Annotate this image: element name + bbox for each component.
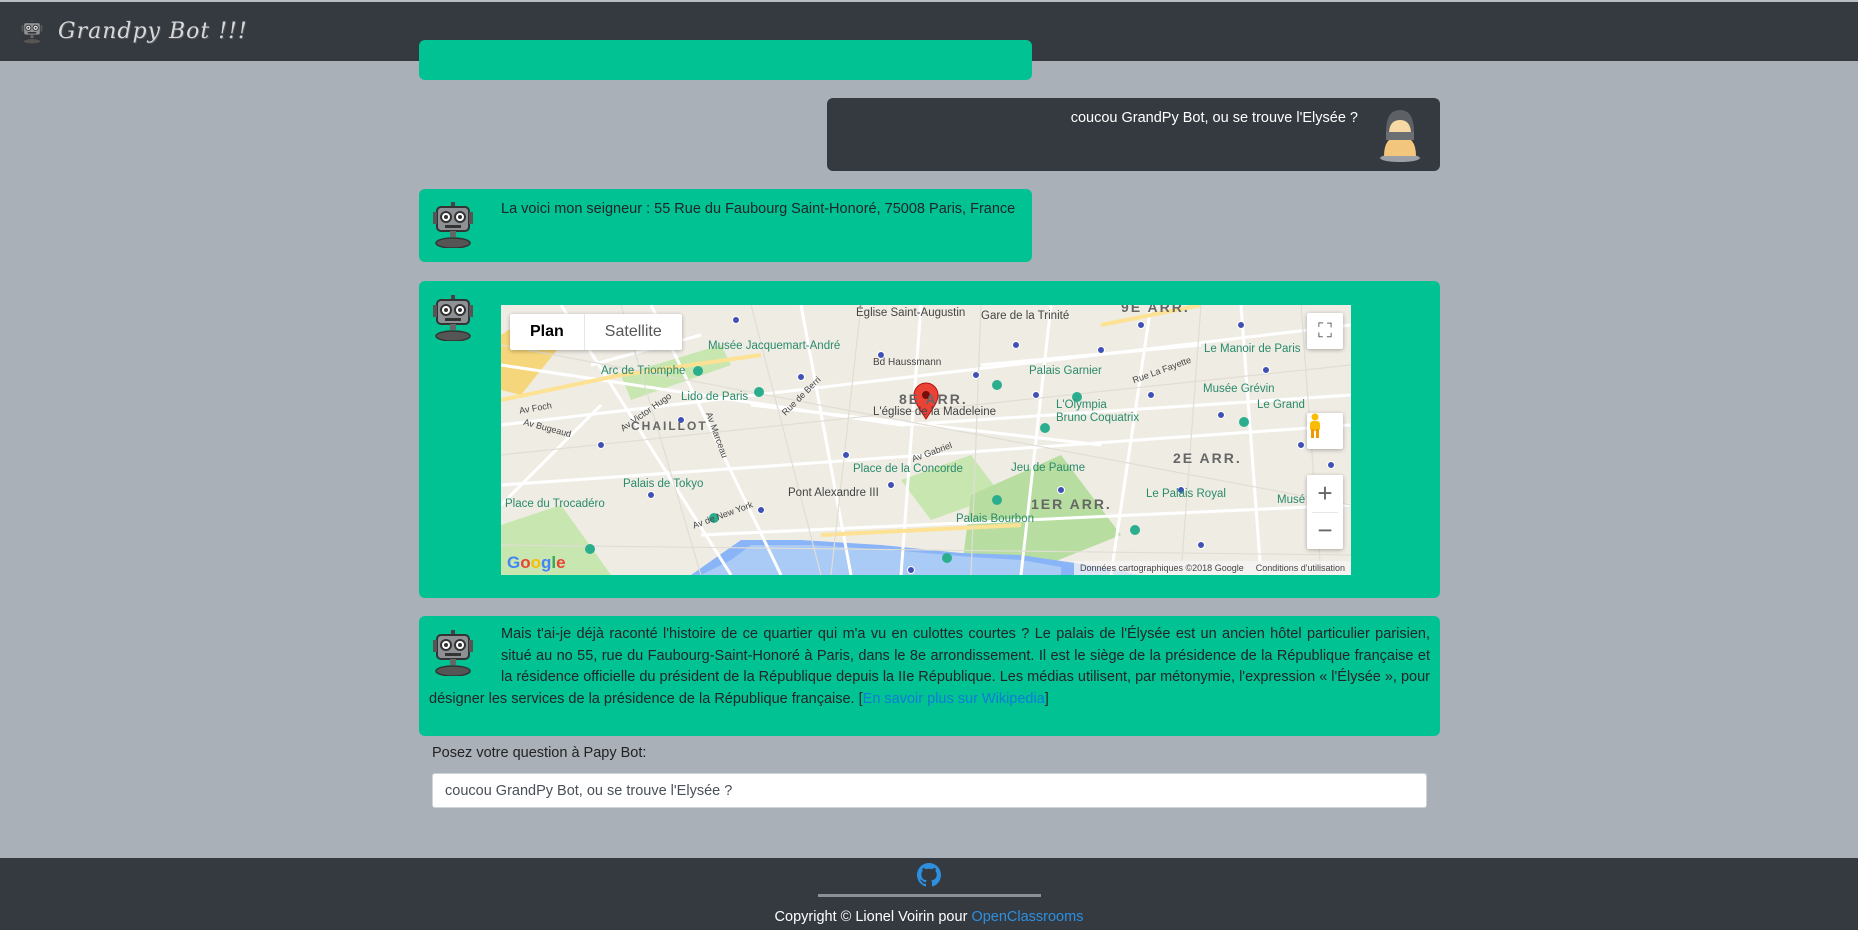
map-label: Arc de Triomphe bbox=[601, 365, 686, 377]
bot-message-address: La voici mon seigneur : 55 Rue du Faubou… bbox=[419, 189, 1032, 262]
pegman-streetview-icon[interactable] bbox=[1307, 413, 1343, 449]
zoom-control: + − bbox=[1307, 475, 1343, 549]
map-label: Musée Grévin bbox=[1203, 383, 1275, 395]
map-label: 1ER ARR. bbox=[1031, 496, 1112, 512]
footer-divider bbox=[818, 894, 1041, 897]
map-label: 8E ARR. bbox=[899, 391, 968, 407]
map-label: CHAILLOT bbox=[631, 419, 708, 433]
pegman-icon bbox=[1310, 413, 1320, 438]
map-label: Place du Trocadéro bbox=[505, 498, 605, 510]
map-label: L'Olympia bbox=[1056, 399, 1107, 411]
bot-message-story: Mais t'ai-je déjà raconté l'histoire de … bbox=[419, 616, 1440, 736]
robot-logo-icon bbox=[20, 20, 44, 44]
zoom-out-button[interactable]: − bbox=[1307, 512, 1343, 549]
robot-avatar-icon bbox=[433, 202, 473, 248]
map-label: Jeu de Paume bbox=[1011, 462, 1086, 474]
bot-address-text: La voici mon seigneur : 55 Rue du Faubou… bbox=[501, 201, 1016, 217]
map-label: Gare de la Trinité bbox=[981, 310, 1070, 322]
map-label: 9E ARR. bbox=[1121, 305, 1190, 315]
robot-avatar-icon bbox=[433, 295, 473, 341]
map-label: Bruno Coquatrix bbox=[1056, 412, 1140, 424]
map-label: Le Grand bbox=[1257, 399, 1305, 411]
bot-story-text: Mais t'ai-je déjà raconté l'histoire de … bbox=[429, 626, 1430, 707]
map-label: L'église de la Madeleine bbox=[873, 406, 997, 418]
user-message: coucou GrandPy Bot, ou se trouve l'Elysé… bbox=[827, 98, 1440, 171]
bot-message-previous bbox=[419, 40, 1032, 80]
map-label: Le Palais Royal bbox=[1146, 488, 1226, 500]
copyright-text: Copyright © Lionel Voirin pour bbox=[774, 909, 972, 925]
fullscreen-button[interactable]: ⛶ bbox=[1307, 313, 1343, 349]
map-label: Palais de Tokyo bbox=[623, 478, 704, 490]
google-map[interactable]: Église Saint-Augustin Gare de la Trinité… bbox=[501, 305, 1351, 575]
map-type-plan-button[interactable]: Plan bbox=[510, 314, 585, 350]
map-label: Le Manoir de Paris bbox=[1204, 343, 1301, 355]
map-label: Palais Bourbon bbox=[956, 513, 1034, 525]
map-label: Lido de Paris bbox=[681, 391, 749, 403]
question-input[interactable] bbox=[432, 773, 1427, 808]
map-label: Place de la Concorde bbox=[853, 463, 963, 475]
user-message-text: coucou GrandPy Bot, ou se trouve l'Elysé… bbox=[1070, 110, 1358, 126]
openclassrooms-link[interactable]: OpenClassrooms bbox=[971, 909, 1083, 925]
wikipedia-link[interactable]: En savoir plus sur Wikipedia bbox=[863, 691, 1045, 707]
map-label: Palais Garnier bbox=[1029, 365, 1102, 377]
copyright: Copyright © Lionel Voirin pour OpenClass… bbox=[0, 909, 1858, 925]
map-terms-link[interactable]: Conditions d'utilisation bbox=[1256, 563, 1345, 573]
map-label: 2E ARR. bbox=[1173, 450, 1242, 466]
footer: Copyright © Lionel Voirin pour OpenClass… bbox=[0, 858, 1858, 930]
map-type-control: Plan Satellite bbox=[510, 314, 682, 350]
map-label: Église Saint-Augustin bbox=[856, 307, 966, 319]
map-data-credit: Données cartographiques ©2018 Google bbox=[1079, 563, 1244, 573]
map-label: Bd Haussmann bbox=[873, 357, 942, 368]
map-label: Musée Jacquemart-André bbox=[708, 340, 841, 352]
bot-message-map: Église Saint-Augustin Gare de la Trinité… bbox=[419, 281, 1440, 598]
map-type-satellite-button[interactable]: Satellite bbox=[585, 314, 682, 350]
user-avatar-icon bbox=[1380, 110, 1420, 162]
github-icon[interactable] bbox=[917, 863, 941, 887]
map-label: Pont Alexandre III bbox=[788, 487, 879, 499]
map-attribution: Données cartographiques ©2018 Google Con… bbox=[1073, 561, 1351, 575]
zoom-in-button[interactable]: + bbox=[1307, 475, 1343, 512]
google-logo: Google bbox=[507, 553, 566, 572]
question-label: Posez votre question à Papy Bot: bbox=[432, 745, 647, 761]
app-title[interactable]: Grandpy Bot !!! bbox=[58, 19, 248, 44]
map-label: Musé bbox=[1277, 494, 1306, 506]
